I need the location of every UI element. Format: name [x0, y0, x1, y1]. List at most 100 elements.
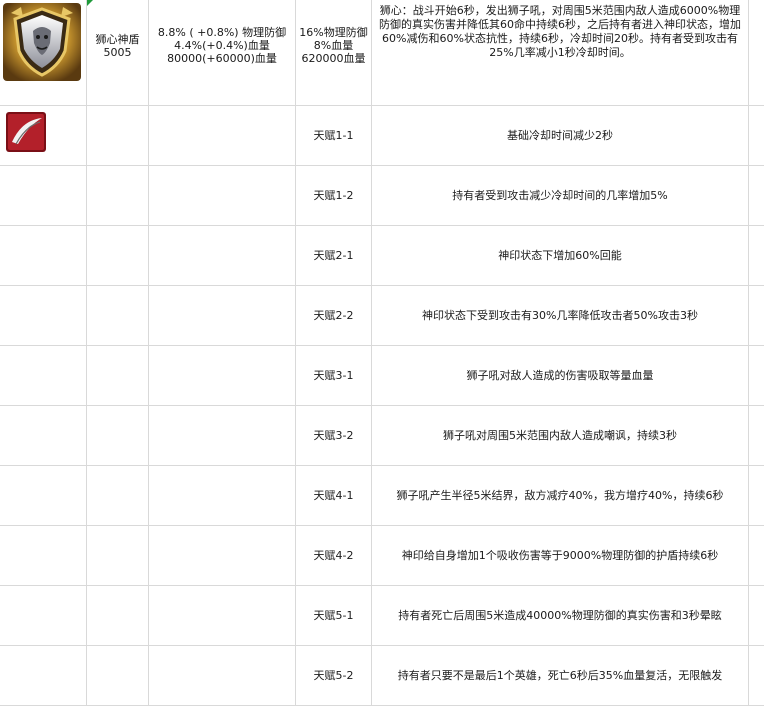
talent-desc: 神印状态下增加60%回能	[498, 248, 622, 262]
talent-label: 天赋3-2	[313, 429, 354, 442]
item-name-cell[interactable]: 狮心神盾 5005	[87, 0, 149, 106]
talent-icon-cell[interactable]	[0, 646, 87, 706]
empty-cell[interactable]	[749, 466, 764, 526]
empty-cell[interactable]	[749, 406, 764, 466]
empty-cell[interactable]	[149, 466, 296, 526]
talent-desc-cell[interactable]: 基础冷却时间减少2秒	[372, 106, 749, 166]
item-id: 5005	[103, 45, 132, 59]
talent-desc-cell[interactable]: 狮子吼产生半径5米结界，敌方减疗40%，我方增疗40%，持续6秒	[372, 466, 749, 526]
talent-icon-cell[interactable]	[0, 406, 87, 466]
talent-label-cell[interactable]: 天赋3-2	[296, 406, 372, 466]
empty-cell[interactable]	[87, 226, 149, 286]
empty-cell[interactable]	[149, 286, 296, 346]
talent-row: 天赋2-1 神印状态下增加60%回能	[0, 226, 764, 286]
talent-desc-cell[interactable]: 狮子吼对敌人造成的伤害吸取等量血量	[372, 346, 749, 406]
item-name: 狮心神盾	[95, 32, 140, 46]
talent-desc: 狮子吼对周围5米范围内敌人造成嘲讽，持续3秒	[443, 428, 677, 442]
talent-desc: 狮子吼产生半径5米结界，敌方减疗40%，我方增疗40%，持续6秒	[396, 488, 724, 502]
empty-cell[interactable]	[87, 586, 149, 646]
empty-cell[interactable]	[87, 466, 149, 526]
empty-cell[interactable]	[87, 646, 149, 706]
empty-cell[interactable]	[87, 346, 149, 406]
talent-desc-cell[interactable]: 神印给自身增加1个吸收伤害等于9000%物理防御的护盾持续6秒	[372, 526, 749, 586]
talent-label-cell[interactable]: 天赋2-2	[296, 286, 372, 346]
talent-icon-cell[interactable]	[0, 106, 87, 166]
empty-cell[interactable]	[749, 106, 764, 166]
talent-desc-cell[interactable]: 神印状态下增加60%回能	[372, 226, 749, 286]
lion-shield-icon	[3, 3, 81, 81]
talent-label-cell[interactable]: 天赋2-1	[296, 226, 372, 286]
talent-icon-cell[interactable]	[0, 346, 87, 406]
empty-cell[interactable]	[149, 346, 296, 406]
talent-desc: 持有者受到攻击减少冷却时间的几率增加5%	[452, 188, 668, 202]
talent-label: 天赋5-2	[313, 669, 354, 682]
empty-cell[interactable]	[149, 226, 296, 286]
talent-row: 天赋3-1 狮子吼对敌人造成的伤害吸取等量血量	[0, 346, 764, 406]
item-base-stats-cell[interactable]: 8.8% ( +0.8%) 物理防御 4.4%(+0.4%)血量 80000(+…	[149, 0, 296, 106]
empty-cell[interactable]	[149, 586, 296, 646]
talent-icon-cell[interactable]	[0, 166, 87, 226]
talent-desc-cell[interactable]: 持有者受到攻击减少冷却时间的几率增加5%	[372, 166, 749, 226]
talent-desc: 基础冷却时间减少2秒	[507, 128, 613, 142]
talent-desc: 神印给自身增加1个吸收伤害等于9000%物理防御的护盾持续6秒	[401, 548, 719, 562]
talent-label: 天赋5-1	[313, 609, 354, 622]
empty-cell[interactable]	[87, 286, 149, 346]
talent-label-cell[interactable]: 天赋1-2	[296, 166, 372, 226]
talent-label-cell[interactable]: 天赋5-2	[296, 646, 372, 706]
talent-desc-cell[interactable]: 持有者只要不是最后1个英雄，死亡6秒后35%血量复活，无限触发	[372, 646, 749, 706]
talent-label: 天赋1-2	[313, 189, 354, 202]
empty-cell[interactable]	[87, 406, 149, 466]
empty-cell[interactable]	[87, 526, 149, 586]
empty-cell[interactable]	[87, 166, 149, 226]
talent-row: 天赋4-2 神印给自身增加1个吸收伤害等于9000%物理防御的护盾持续6秒	[0, 526, 764, 586]
talent-row: 天赋5-1 持有者死亡后周围5米造成40000%物理防御的真实伤害和3秒晕眩	[0, 586, 764, 646]
talent-label-cell[interactable]: 天赋3-1	[296, 346, 372, 406]
talent-label: 天赋2-2	[313, 309, 354, 322]
empty-cell[interactable]	[749, 226, 764, 286]
item-icon-cell[interactable]	[0, 0, 87, 106]
talent-label: 天赋1-1	[313, 129, 354, 142]
talent-icon-cell[interactable]	[0, 226, 87, 286]
red-blade-icon	[6, 112, 46, 152]
item-max-stats-cell[interactable]: 16%物理防御 8%血量 620000血量	[296, 0, 372, 106]
empty-cell[interactable]	[749, 0, 764, 106]
spreadsheet: 狮心神盾 5005 8.8% ( +0.8%) 物理防御 4.4%(+0.4%)…	[0, 0, 764, 714]
empty-cell[interactable]	[749, 286, 764, 346]
talent-desc-cell[interactable]: 神印状态下受到攻击有30%几率降低攻击者50%攻击3秒	[372, 286, 749, 346]
item-row: 狮心神盾 5005 8.8% ( +0.8%) 物理防御 4.4%(+0.4%)…	[0, 0, 764, 106]
empty-cell[interactable]	[749, 526, 764, 586]
empty-cell[interactable]	[149, 406, 296, 466]
talent-label-cell[interactable]: 天赋1-1	[296, 106, 372, 166]
talent-icon-cell[interactable]	[0, 586, 87, 646]
talent-icon-cell[interactable]	[0, 526, 87, 586]
talent-row: 天赋3-2 狮子吼对周围5米范围内敌人造成嘲讽，持续3秒	[0, 406, 764, 466]
empty-cell[interactable]	[87, 106, 149, 166]
item-skill-cell[interactable]: 狮心：战斗开始6秒，发出狮子吼，对周围5米范围内敌人造成6000%物理防御的真实…	[372, 0, 749, 106]
empty-cell[interactable]	[149, 646, 296, 706]
empty-cell[interactable]	[149, 106, 296, 166]
empty-cell[interactable]	[749, 646, 764, 706]
talent-label-cell[interactable]: 天赋4-2	[296, 526, 372, 586]
talent-label-cell[interactable]: 天赋5-1	[296, 586, 372, 646]
empty-cell[interactable]	[749, 166, 764, 226]
talent-label-cell[interactable]: 天赋4-1	[296, 466, 372, 526]
empty-cell[interactable]	[149, 166, 296, 226]
empty-cell[interactable]	[749, 346, 764, 406]
talent-row: 天赋4-1 狮子吼产生半径5米结界，敌方减疗40%，我方增疗40%，持续6秒	[0, 466, 764, 526]
item-base-stats: 8.8% ( +0.8%) 物理防御 4.4%(+0.4%)血量 80000(+…	[157, 26, 287, 65]
talent-desc-cell[interactable]: 狮子吼对周围5米范围内敌人造成嘲讽，持续3秒	[372, 406, 749, 466]
talent-label: 天赋4-2	[313, 549, 354, 562]
talent-row: 天赋5-2 持有者只要不是最后1个英雄，死亡6秒后35%血量复活，无限触发	[0, 646, 764, 706]
talent-desc: 神印状态下受到攻击有30%几率降低攻击者50%攻击3秒	[422, 308, 698, 322]
empty-cell[interactable]	[749, 586, 764, 646]
talent-row: 天赋2-2 神印状态下受到攻击有30%几率降低攻击者50%攻击3秒	[0, 286, 764, 346]
item-max-stats: 16%物理防御 8%血量 620000血量	[299, 26, 368, 65]
talent-desc-cell[interactable]: 持有者死亡后周围5米造成40000%物理防御的真实伤害和3秒晕眩	[372, 586, 749, 646]
talent-label: 天赋2-1	[313, 249, 354, 262]
talent-icon-cell[interactable]	[0, 286, 87, 346]
item-skill-desc: 狮心：战斗开始6秒，发出狮子吼，对周围5米范围内敌人造成6000%物理防御的真实…	[379, 4, 741, 59]
talent-icon-cell[interactable]	[0, 466, 87, 526]
empty-cell[interactable]	[149, 526, 296, 586]
talent-row: 天赋1-1 基础冷却时间减少2秒	[0, 106, 764, 166]
talent-desc: 持有者只要不是最后1个英雄，死亡6秒后35%血量复活，无限触发	[397, 668, 723, 682]
